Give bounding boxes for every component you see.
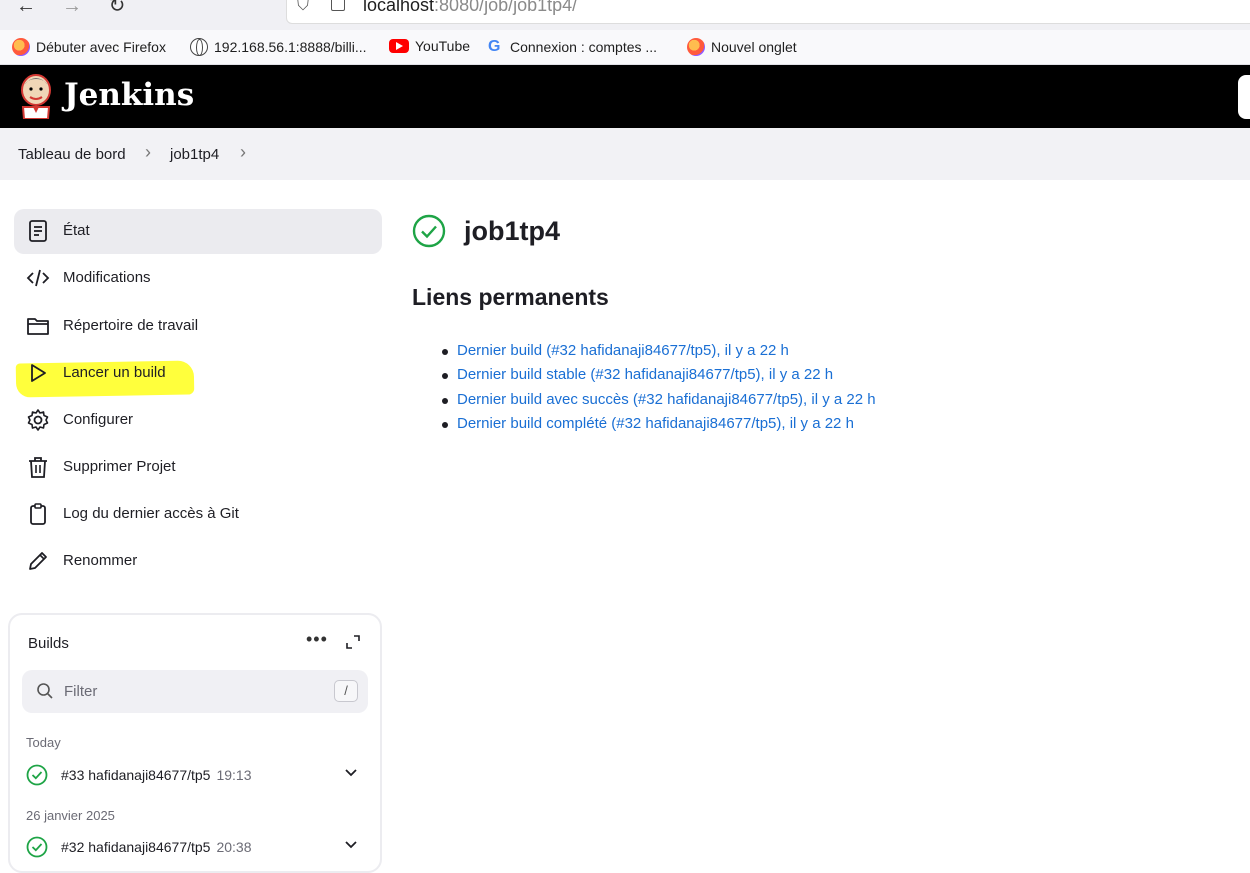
gear-icon [27, 409, 49, 431]
firefox-icon [12, 38, 30, 56]
expand-icon[interactable] [346, 635, 360, 649]
sidebar-item-label: Supprimer Projet [63, 458, 176, 475]
bookmark-google[interactable]: G Connexion : comptes ... [488, 38, 657, 56]
sidebar-item-label: Log du dernier accès à Git [63, 505, 239, 522]
sidebar-item-rename[interactable]: Renommer [14, 539, 382, 584]
build-name[interactable]: #33 hafidanaji84677/tp5 [61, 767, 210, 783]
sidebar-item-label: Répertoire de travail [63, 317, 199, 334]
sidebar-item-configure[interactable]: Configurer [14, 398, 382, 443]
filter-placeholder: Filter [64, 683, 98, 700]
bookmark-new-tab[interactable]: Nouvel onglet [687, 38, 797, 56]
success-icon [26, 764, 48, 786]
permalinks-list: Dernier build (#32 hafidanaji84677/tp5),… [442, 342, 876, 439]
breadcrumb: Tableau de bord › job1tp4 › [0, 128, 1250, 180]
build-name[interactable]: #32 hafidanaji84677/tp5 [61, 839, 210, 855]
sidebar-item-label: État [63, 222, 90, 239]
firefox-icon [687, 38, 705, 56]
sidebar-item-git-log[interactable]: Log du dernier accès à Git [14, 492, 382, 537]
sidebar-item-etat[interactable]: État [14, 209, 382, 254]
chevron-right-icon: › [145, 142, 151, 162]
url-bar[interactable]: ⛉ localhost:8080/job/job1tp4/ [286, 0, 1250, 24]
build-time: 20:38 [216, 839, 252, 855]
jenkins-header: Jenkins [0, 65, 1250, 128]
success-icon [26, 836, 48, 858]
bookmark-youtube[interactable]: YouTube [389, 38, 470, 54]
list-item: Dernier build (#32 hafidanaji84677/tp5),… [442, 342, 876, 366]
breadcrumb-dashboard[interactable]: Tableau de bord [18, 146, 126, 163]
url-text[interactable]: localhost:8080/job/job1tp4/ [363, 0, 577, 16]
permalink-last-completed-build[interactable]: Dernier build complété (#32 hafidanaji84… [457, 415, 854, 432]
google-icon: G [488, 38, 501, 55]
chevron-right-icon[interactable]: › [240, 142, 246, 163]
job-title: job1tp4 [464, 216, 561, 246]
builds-panel: Builds ••• Filter / Today #33 hafidanaji… [8, 613, 382, 873]
clipboard-icon [30, 503, 46, 525]
sidebar-item-label: Renommer [63, 552, 138, 569]
browser-toolbar: ← → ↻ ⛉ localhost:8080/job/job1tp4/ [0, 0, 1250, 30]
build-group-label: 26 janvier 2025 [26, 808, 115, 823]
globe-icon [190, 38, 208, 56]
shield-icon[interactable]: ⛉ [297, 0, 309, 15]
job-status-success-icon [412, 214, 446, 248]
build-group-label: Today [26, 735, 61, 750]
sidebar-item-label: Modifications [63, 269, 151, 286]
jenkins-logo-icon[interactable] [18, 73, 54, 119]
permalink-last-successful-build[interactable]: Dernier build avec succès (#32 hafidanaj… [457, 391, 876, 408]
folder-icon [27, 318, 49, 335]
keyboard-shortcut-hint: / [334, 680, 358, 702]
code-icon [26, 269, 50, 287]
permalinks-heading: Liens permanents [412, 284, 609, 310]
more-options-icon[interactable]: ••• [306, 629, 328, 650]
search-icon [37, 683, 53, 699]
sidebar-item-label: Lancer un build [63, 364, 166, 381]
list-item: Dernier build stable (#32 hafidanaji8467… [442, 366, 876, 390]
sidebar-item-delete-project[interactable]: Supprimer Projet [14, 445, 382, 490]
build-row[interactable]: #33 hafidanaji84677/tp5 19:13 [26, 763, 366, 789]
bookmarks-bar: Débuter avec Firefox 192.168.56.1:8888/b… [0, 30, 1250, 65]
page-icon [331, 0, 345, 11]
chevron-down-icon[interactable] [344, 837, 358, 851]
forward-icon[interactable]: → [60, 0, 84, 18]
jenkins-title[interactable]: Jenkins [64, 77, 194, 113]
document-icon [29, 220, 47, 242]
trash-icon [29, 457, 47, 478]
sidebar-item-build-now[interactable]: Lancer un build [14, 351, 382, 396]
filter-input[interactable]: Filter / [22, 670, 368, 713]
build-time: 19:13 [216, 767, 252, 783]
bookmark-firefox[interactable]: Débuter avec Firefox [12, 38, 166, 56]
youtube-icon [389, 39, 409, 53]
build-row[interactable]: #32 hafidanaji84677/tp5 20:38 [26, 835, 366, 861]
list-item: Dernier build complété (#32 hafidanaji84… [442, 415, 876, 439]
permalink-last-build[interactable]: Dernier build (#32 hafidanaji84677/tp5),… [457, 342, 789, 359]
back-icon[interactable]: ← [14, 0, 38, 18]
breadcrumb-job[interactable]: job1tp4 [170, 146, 219, 163]
sidebar-item-workspace[interactable]: Répertoire de travail [14, 304, 382, 349]
pencil-icon [29, 552, 47, 570]
chevron-down-icon[interactable] [344, 765, 358, 779]
header-search-edge[interactable] [1238, 75, 1250, 119]
list-item: Dernier build avec succès (#32 hafidanaj… [442, 391, 876, 415]
sidebar-item-modifications[interactable]: Modifications [14, 256, 382, 301]
permalink-last-stable-build[interactable]: Dernier build stable (#32 hafidanaji8467… [457, 366, 833, 383]
builds-title: Builds [28, 635, 69, 652]
bookmark-billing[interactable]: 192.168.56.1:8888/billi... [190, 38, 367, 56]
reload-icon[interactable]: ↻ [105, 0, 129, 18]
sidebar-item-label: Configurer [63, 411, 134, 428]
play-icon [31, 364, 46, 382]
